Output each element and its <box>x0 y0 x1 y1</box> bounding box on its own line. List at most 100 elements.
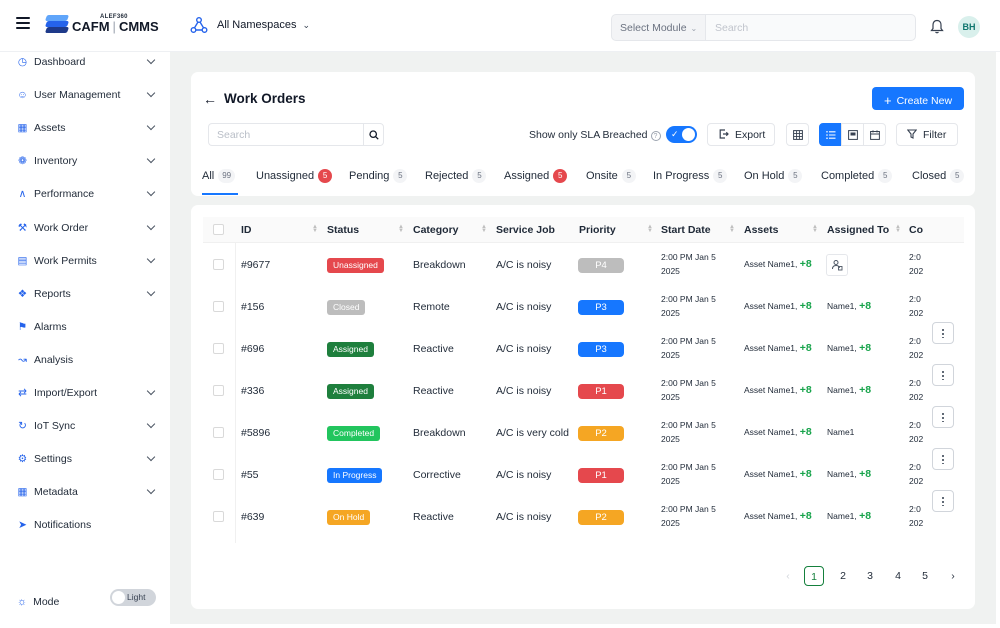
tab-pending[interactable]: Pending 5 <box>349 169 408 183</box>
sidebar-item-alarms[interactable]: ⚑ Alarms <box>17 318 157 336</box>
table-row[interactable]: #336 Assigned Reactive A/C is noisy P1 2:00 P… <box>203 369 964 411</box>
page-2-button[interactable]: 2 <box>833 566 853 586</box>
sidebar-item-settings[interactable]: ⚙ Settings <box>17 450 157 468</box>
work-order-id[interactable]: #639 <box>241 511 264 523</box>
sidebar-item-metadata[interactable]: ▦ Metadata <box>17 483 157 501</box>
more-assets-count[interactable]: +8 <box>800 258 812 270</box>
sidebar-item-assets[interactable]: ▦ Assets <box>17 119 157 137</box>
column-header-co[interactable]: Co <box>909 224 923 236</box>
column-header-status[interactable]: Status <box>327 224 359 236</box>
tab-unassigned[interactable]: Unassigned 5 <box>256 169 333 183</box>
sort-icon[interactable]: ▲ ▼ <box>481 224 487 234</box>
sidebar-item-user-management[interactable]: ☺ User Management <box>17 86 157 104</box>
work-order-id[interactable]: #336 <box>241 385 264 397</box>
table-row[interactable]: #5896 Completed Breakdown A/C is very cold P… <box>203 411 964 453</box>
table-row[interactable]: #639 On Hold Reactive A/C is noisy P2 2:00 PM… <box>203 495 964 537</box>
page-1-button[interactable]: 1 <box>804 566 824 586</box>
sort-icon[interactable]: ▲ ▼ <box>312 224 318 234</box>
more-assignees-count[interactable]: +8 <box>859 300 871 312</box>
help-icon[interactable]: ? <box>650 131 661 141</box>
sort-icon[interactable]: ▲ ▼ <box>398 224 404 234</box>
row-checkbox[interactable] <box>213 343 224 354</box>
global-search-input[interactable]: Search <box>705 14 916 41</box>
work-order-id[interactable]: #5896 <box>241 427 270 439</box>
more-actions-icon[interactable] <box>932 490 954 512</box>
tab-in-progress[interactable]: In Progress 5 <box>653 169 728 183</box>
sidebar-item-dashboard[interactable]: ◷ Dashboard <box>17 53 157 71</box>
sort-icon[interactable]: ▲ ▼ <box>812 224 818 234</box>
tab-on-hold[interactable]: On Hold 5 <box>744 169 803 183</box>
sidebar-item-analysis[interactable]: ↝ Analysis <box>17 351 157 369</box>
tab-closed[interactable]: Closed 5 <box>912 169 965 183</box>
column-header-assets[interactable]: Assets <box>744 224 778 236</box>
table-row[interactable]: #156 Closed Remote A/C is noisy P3 2:00 PM Ja… <box>203 285 964 327</box>
calendar-view-button[interactable] <box>863 123 886 146</box>
column-header-assigned-to[interactable]: Assigned To <box>827 224 889 236</box>
back-arrow-icon[interactable]: ← <box>203 91 217 107</box>
column-header-service-job[interactable]: Service Job <box>496 224 555 236</box>
more-assets-count[interactable]: +8 <box>800 300 812 312</box>
sidebar-item-import-export[interactable]: ⇄ Import/Export <box>17 384 157 402</box>
sort-icon[interactable]: ▲ ▼ <box>895 224 901 234</box>
more-assignees-count[interactable]: +8 <box>859 468 871 480</box>
namespace-selector[interactable]: All Namespaces ⌄ <box>190 16 310 34</box>
avatar[interactable]: BH <box>958 16 980 38</box>
more-assets-count[interactable]: +8 <box>800 426 812 438</box>
tab-assigned[interactable]: Assigned 5 <box>504 169 568 183</box>
row-checkbox[interactable] <box>213 469 224 480</box>
more-assignees-count[interactable]: +8 <box>859 510 871 522</box>
filter-button[interactable]: Filter <box>896 123 958 146</box>
column-header-priority[interactable]: Priority <box>579 224 616 236</box>
next-page-icon[interactable]: › <box>943 566 963 586</box>
search-icon[interactable] <box>363 123 384 146</box>
tab-completed[interactable]: Completed 5 <box>821 169 893 183</box>
column-header-category[interactable]: Category <box>413 224 459 236</box>
sidebar-item-performance[interactable]: ∧ Performance <box>17 185 157 203</box>
table-row[interactable]: #9677 Unassigned Breakdown A/C is noisy P4 2:… <box>203 243 964 285</box>
tab-onsite[interactable]: Onsite 5 <box>586 169 636 183</box>
menu-icon[interactable] <box>16 17 30 29</box>
more-actions-icon[interactable] <box>932 448 954 470</box>
more-assets-count[interactable]: +8 <box>800 384 812 396</box>
tab-rejected[interactable]: Rejected 5 <box>425 169 487 183</box>
column-header-id[interactable]: ID <box>241 224 252 236</box>
table-row[interactable]: #55 In Progress Corrective A/C is noisy P1 2:… <box>203 453 964 495</box>
module-select[interactable]: Select Module ⌄ <box>611 14 705 41</box>
more-assets-count[interactable]: +8 <box>800 468 812 480</box>
row-checkbox[interactable] <box>213 385 224 396</box>
sort-icon[interactable]: ▲ ▼ <box>729 224 735 234</box>
export-button[interactable]: Export <box>707 123 775 146</box>
more-assignees-count[interactable]: +8 <box>859 342 871 354</box>
more-assets-count[interactable]: +8 <box>800 342 812 354</box>
page-3-button[interactable]: 3 <box>860 566 880 586</box>
select-all-checkbox[interactable] <box>213 224 224 235</box>
work-order-id[interactable]: #156 <box>241 301 264 313</box>
page-5-button[interactable]: 5 <box>915 566 935 586</box>
sidebar-item-reports[interactable]: ❖ Reports <box>17 285 157 303</box>
work-order-id[interactable]: #696 <box>241 343 264 355</box>
sidebar-item-iot-sync[interactable]: ↻ IoT Sync <box>17 417 157 435</box>
list-view-button[interactable] <box>819 123 842 146</box>
assign-user-icon[interactable] <box>826 254 848 276</box>
more-assets-count[interactable]: +8 <box>800 510 812 522</box>
work-order-id[interactable]: #9677 <box>241 259 270 271</box>
row-checkbox[interactable] <box>213 259 224 270</box>
sidebar-item-work-order[interactable]: ⚒ Work Order <box>17 219 157 237</box>
work-order-search-input[interactable]: Search <box>208 123 364 146</box>
more-assignees-count[interactable]: +8 <box>859 384 871 396</box>
tab-all[interactable]: All 99 <box>202 169 236 183</box>
card-view-button[interactable] <box>841 123 864 146</box>
sidebar-item-notifications[interactable]: ➤ Notifications <box>17 516 157 534</box>
more-actions-icon[interactable] <box>932 364 954 386</box>
bell-icon[interactable] <box>930 19 944 37</box>
sidebar-item-work-permits[interactable]: ▤ Work Permits <box>17 252 157 270</box>
previous-page-icon[interactable]: ‹ <box>778 566 798 586</box>
table-row[interactable]: #696 Assigned Reactive A/C is noisy P3 2:00 P… <box>203 327 964 369</box>
sidebar-item-inventory[interactable]: ❁ Inventory <box>17 152 157 170</box>
create-new-button[interactable]: + Create New <box>872 87 964 110</box>
work-order-id[interactable]: #55 <box>241 469 259 481</box>
sla-breached-toggle[interactable]: ✓ <box>666 126 697 143</box>
more-actions-icon[interactable] <box>932 322 954 344</box>
column-header-start-date[interactable]: Start Date <box>661 224 711 236</box>
table-view-button[interactable] <box>786 123 809 146</box>
